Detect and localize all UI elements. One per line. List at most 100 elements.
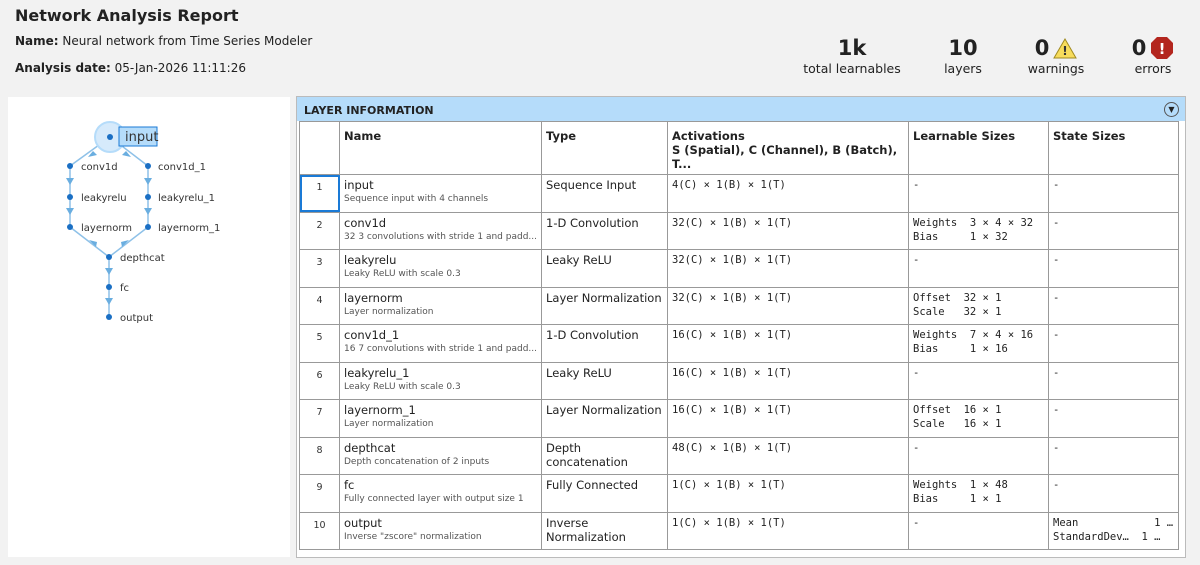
table-row[interactable]: 7 layernorm_1 Layer normalization Layer N… bbox=[299, 399, 1179, 438]
type-cell[interactable]: Depth concatenation bbox=[541, 436, 668, 475]
name-cell[interactable]: leakyrelu_1 Leaky ReLU with scale 0.3 bbox=[339, 361, 542, 400]
type-cell[interactable]: Layer Normalization bbox=[541, 399, 668, 438]
state-sizes-cell[interactable]: - bbox=[1048, 474, 1179, 513]
header-learnable-sizes[interactable]: Learnable Sizes bbox=[908, 121, 1049, 175]
node-label[interactable]: leakyrelu_1 bbox=[158, 193, 215, 204]
table-row[interactable]: 10 output Inverse "zscore" normalization … bbox=[299, 511, 1179, 550]
graph-node[interactable] bbox=[107, 134, 113, 140]
state-sizes-cell[interactable]: - bbox=[1048, 436, 1179, 475]
table-row[interactable]: 3 leakyrelu Leaky ReLU with scale 0.3 Lea… bbox=[299, 249, 1179, 288]
type-cell[interactable]: Inverse Normalization bbox=[541, 511, 668, 550]
state-sizes-cell[interactable]: Mean 1 … StandardDev… 1 … bbox=[1048, 511, 1179, 550]
activations-cell[interactable]: 1(C) × 1(B) × 1(T) bbox=[667, 511, 909, 550]
header-activations[interactable]: Activations S (Spatial), C (Channel), B (… bbox=[667, 121, 909, 175]
graph-node[interactable] bbox=[145, 224, 151, 230]
name-cell[interactable]: conv1d_1 16 7 convolutions with stride 1 … bbox=[339, 324, 542, 363]
state-sizes-cell[interactable]: - bbox=[1048, 174, 1179, 213]
graph-node[interactable] bbox=[145, 194, 151, 200]
collapse-chevron-icon[interactable]: ▼ bbox=[1164, 102, 1179, 117]
node-label[interactable]: fc bbox=[120, 283, 129, 294]
activations-cell[interactable]: 4(C) × 1(B) × 1(T) bbox=[667, 174, 909, 213]
graph-node[interactable] bbox=[67, 163, 73, 169]
type-cell[interactable]: Leaky ReLU bbox=[541, 249, 668, 288]
node-label[interactable]: depthcat bbox=[120, 253, 165, 264]
header-type[interactable]: Type bbox=[541, 121, 668, 175]
learnable-sizes-cell[interactable]: Weights 7 × 4 × 16 Bias 1 × 16 bbox=[908, 324, 1049, 363]
name-cell[interactable]: conv1d 32 3 convolutions with stride 1 an… bbox=[339, 211, 542, 250]
activations-cell[interactable]: 32(C) × 1(B) × 1(T) bbox=[667, 211, 909, 250]
name-cell[interactable]: leakyrelu Leaky ReLU with scale 0.3 bbox=[339, 249, 542, 288]
node-label[interactable]: conv1d_1 bbox=[158, 162, 206, 173]
node-label[interactable]: leakyrelu bbox=[81, 193, 127, 204]
row-index[interactable]: 9 bbox=[299, 474, 340, 513]
row-index[interactable]: 3 bbox=[299, 249, 340, 288]
node-label[interactable]: layernorm bbox=[81, 223, 132, 234]
activations-cell[interactable]: 32(C) × 1(B) × 1(T) bbox=[667, 249, 909, 288]
node-label[interactable]: layernorm_1 bbox=[158, 223, 220, 234]
activations-cell[interactable]: 32(C) × 1(B) × 1(T) bbox=[667, 286, 909, 325]
activations-cell[interactable]: 16(C) × 1(B) × 1(T) bbox=[667, 399, 909, 438]
learnable-sizes-cell[interactable]: - bbox=[908, 174, 1049, 213]
network-graph[interactable]: input conv1d leakyrelu layernorm conv1d_… bbox=[8, 97, 290, 557]
graph-node[interactable] bbox=[67, 224, 73, 230]
graph-node[interactable] bbox=[106, 314, 112, 320]
learnable-sizes-cell[interactable]: Offset 32 × 1 Scale 32 × 1 bbox=[908, 286, 1049, 325]
row-index[interactable]: 4 bbox=[299, 286, 340, 325]
state-sizes-cell[interactable]: - bbox=[1048, 361, 1179, 400]
activations-cell[interactable]: 16(C) × 1(B) × 1(T) bbox=[667, 324, 909, 363]
learnable-sizes-cell[interactable]: - bbox=[908, 361, 1049, 400]
table-row[interactable]: 4 layernorm Layer normalization Layer Nor… bbox=[299, 286, 1179, 325]
learnable-sizes-cell[interactable]: - bbox=[908, 249, 1049, 288]
graph-node[interactable] bbox=[106, 284, 112, 290]
learnable-sizes-cell[interactable]: Offset 16 × 1 Scale 16 × 1 bbox=[908, 399, 1049, 438]
type-cell[interactable]: Layer Normalization bbox=[541, 286, 668, 325]
node-label[interactable]: output bbox=[120, 313, 153, 324]
name-cell[interactable]: depthcat Depth concatenation of 2 inputs bbox=[339, 436, 542, 475]
type-cell[interactable]: 1-D Convolution bbox=[541, 324, 668, 363]
state-sizes-cell[interactable]: - bbox=[1048, 399, 1179, 438]
type-cell[interactable]: Leaky ReLU bbox=[541, 361, 668, 400]
header-index[interactable] bbox=[299, 121, 340, 175]
table-row[interactable]: 9 fc Fully connected layer with output si… bbox=[299, 474, 1179, 513]
name-cell[interactable]: fc Fully connected layer with output size… bbox=[339, 474, 542, 513]
node-label[interactable]: conv1d bbox=[81, 162, 118, 173]
row-index[interactable]: 10 bbox=[299, 511, 340, 550]
state-sizes-cell[interactable]: - bbox=[1048, 324, 1179, 363]
row-index[interactable]: 1 bbox=[299, 174, 340, 213]
row-index[interactable]: 5 bbox=[299, 324, 340, 363]
activations-cell[interactable]: 16(C) × 1(B) × 1(T) bbox=[667, 361, 909, 400]
graph-node[interactable] bbox=[145, 163, 151, 169]
table-row[interactable]: 1 input Sequence input with 4 channels Se… bbox=[299, 174, 1179, 213]
row-index[interactable]: 7 bbox=[299, 399, 340, 438]
header-state-sizes[interactable]: State Sizes bbox=[1048, 121, 1179, 175]
type-cell[interactable]: Fully Connected bbox=[541, 474, 668, 513]
graph-node[interactable] bbox=[67, 194, 73, 200]
header-name[interactable]: Name bbox=[339, 121, 542, 175]
row-index[interactable]: 2 bbox=[299, 211, 340, 250]
learnable-sizes-cell[interactable]: - bbox=[908, 436, 1049, 475]
learnable-sizes-cell[interactable]: - bbox=[908, 511, 1049, 550]
type-cell[interactable]: Sequence Input bbox=[541, 174, 668, 213]
learnable-sizes-cell[interactable]: Weights 1 × 48 Bias 1 × 1 bbox=[908, 474, 1049, 513]
activations-cell[interactable]: 48(C) × 1(B) × 1(T) bbox=[667, 436, 909, 475]
table-row[interactable]: 2 conv1d 32 3 convolutions with stride 1 … bbox=[299, 211, 1179, 250]
state-sizes-cell[interactable]: - bbox=[1048, 249, 1179, 288]
node-label[interactable]: input bbox=[125, 130, 158, 145]
name-cell[interactable]: layernorm Layer normalization bbox=[339, 286, 542, 325]
name-cell[interactable]: output Inverse "zscore" normalization bbox=[339, 511, 542, 550]
state-sizes-cell[interactable]: - bbox=[1048, 286, 1179, 325]
type-cell[interactable]: 1-D Convolution bbox=[541, 211, 668, 250]
row-index[interactable]: 6 bbox=[299, 361, 340, 400]
table-row[interactable]: 8 depthcat Depth concatenation of 2 input… bbox=[299, 436, 1179, 475]
name-cell[interactable]: layernorm_1 Layer normalization bbox=[339, 399, 542, 438]
name-cell[interactable]: input Sequence input with 4 channels bbox=[339, 174, 542, 213]
table-row[interactable]: 6 leakyrelu_1 Leaky ReLU with scale 0.3 L… bbox=[299, 361, 1179, 400]
graph-canvas[interactable]: input conv1d leakyrelu layernorm conv1d_… bbox=[8, 97, 290, 557]
graph-node[interactable] bbox=[106, 254, 112, 260]
activations-cell[interactable]: 1(C) × 1(B) × 1(T) bbox=[667, 474, 909, 513]
state-sizes-cell[interactable]: - bbox=[1048, 211, 1179, 250]
table-row[interactable]: 5 conv1d_1 16 7 convolutions with stride … bbox=[299, 324, 1179, 363]
stat-label: total learnables bbox=[803, 61, 901, 76]
learnable-sizes-cell[interactable]: Weights 3 × 4 × 32 Bias 1 × 32 bbox=[908, 211, 1049, 250]
row-index[interactable]: 8 bbox=[299, 436, 340, 475]
